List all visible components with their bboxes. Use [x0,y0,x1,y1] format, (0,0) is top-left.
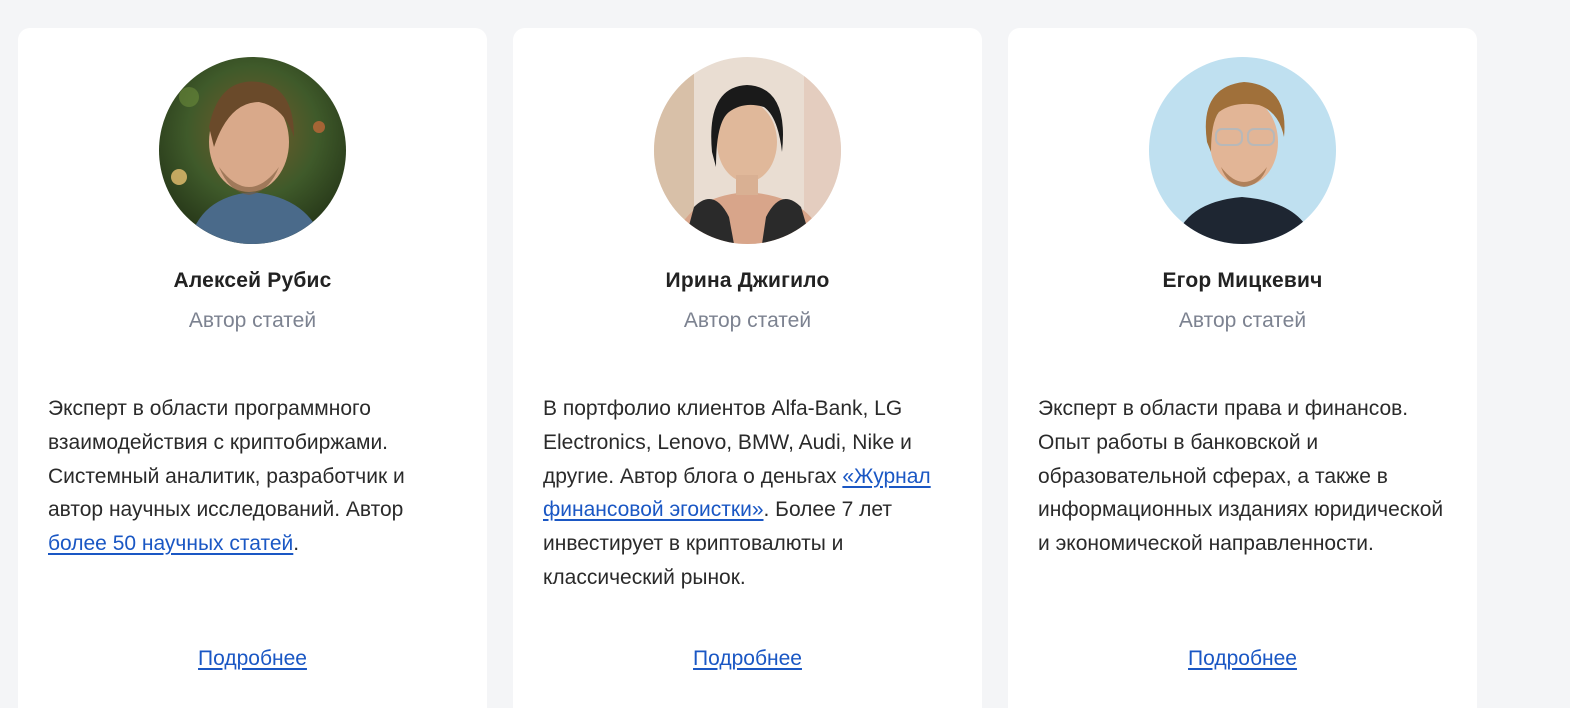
author-name: Алексей Рубис [173,269,332,292]
author-role: Автор статей [683,309,812,332]
more-link[interactable]: Подробнее [513,647,982,671]
author-card: Егор Мицкевич Автор статей Эксперт в обл… [1008,28,1477,708]
author-bio: В портфолио клиентов Alfa-Bank, LG Elect… [543,392,958,595]
more-link[interactable]: Подробнее [18,647,487,671]
bio-link[interactable]: более 50 научных статей [48,532,293,555]
author-name: Ирина Джигило [665,269,830,292]
author-role: Автор статей [188,309,317,332]
author-card: Ирина Джигило Автор статей В портфолио к… [513,28,982,708]
author-bio: Эксперт в области права и финансов. Опыт… [1038,392,1453,561]
author-bio: Эксперт в области программного взаимодей… [48,392,463,561]
author-role: Автор статей [1178,309,1307,332]
author-name: Егор Мицкевич [1162,269,1323,292]
author-photo [654,57,841,244]
bio-text-end: . [293,532,300,556]
author-photo [1149,57,1336,244]
bio-text: Эксперт в области права и финансов. Опыт… [1038,397,1444,556]
author-card: Алексей Рубис Автор статей Эксперт в обл… [18,28,487,708]
bio-text: Эксперт в области программного взаимодей… [48,397,405,522]
author-cards: Алексей Рубис Автор статей Эксперт в обл… [18,28,1477,708]
more-link[interactable]: Подробнее [1008,647,1477,671]
author-photo [159,57,346,244]
